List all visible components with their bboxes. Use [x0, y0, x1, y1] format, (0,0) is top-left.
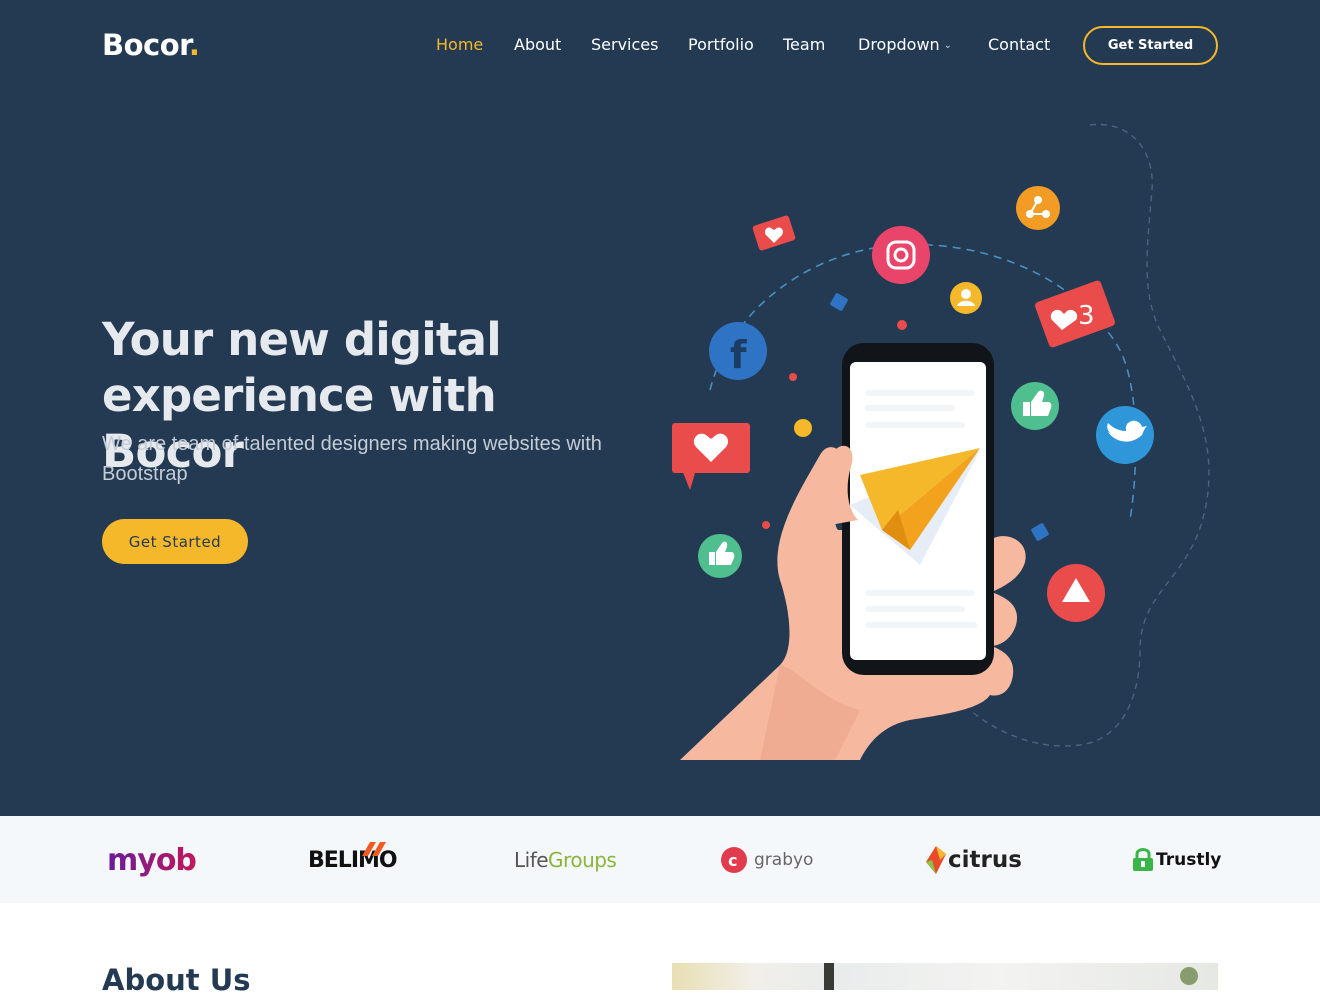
dashed-blob-outline: [969, 123, 1210, 747]
heart-notification-icon: 3: [1035, 280, 1115, 348]
nav-item-dropdown-label: Dropdown: [858, 35, 940, 54]
svg-text:f: f: [730, 333, 747, 377]
share-icon: [1016, 186, 1060, 230]
client-logo-grabyo: c grabyo: [720, 838, 813, 882]
svg-text:3: 3: [1078, 301, 1095, 331]
client-logo-citrus: citrus: [926, 838, 1022, 882]
client-name-myob: myob: [107, 842, 197, 878]
about-title: About Us: [102, 963, 251, 997]
site-header: Bocor. Home About Services Portfolio Tea…: [0, 0, 1320, 90]
twitter-icon: [1096, 406, 1154, 464]
about-image: [672, 963, 1218, 990]
nav-item-dropdown[interactable]: Dropdown ⌄: [858, 34, 952, 57]
hero-get-started-button[interactable]: Get Started: [102, 519, 248, 564]
nav-item-home[interactable]: Home: [436, 34, 483, 56]
hero-illustration: f 3: [672, 123, 1210, 760]
like-icon-green-left: [698, 534, 742, 578]
about-image-plant: [824, 963, 834, 990]
client-name-citrus: citrus: [948, 847, 1022, 873]
nav-item-about[interactable]: About: [514, 34, 561, 56]
nav-item-contact[interactable]: Contact: [988, 34, 1050, 56]
client-logo-trustly: Trustly: [1132, 838, 1221, 882]
hero-subtitle: We are team of talented designers making…: [102, 433, 602, 485]
client-name-life: Life: [514, 848, 549, 872]
client-logo-myob: myob: [107, 838, 197, 882]
client-logo-lifegroups: Life Groups: [514, 838, 617, 882]
grabyo-logo-icon: c: [721, 847, 747, 873]
client-logo-belimo: BELIMO: [308, 838, 398, 882]
trustly-lock-icon: [1133, 848, 1153, 871]
user-icon: [950, 282, 982, 314]
chevron-down-icon: ⌄: [943, 39, 953, 51]
citrus-logo-icon: [926, 846, 946, 874]
heart-badge-icon: [752, 215, 796, 251]
like-icon-green-right: [1011, 382, 1059, 430]
client-name-grabyo: grabyo: [754, 850, 814, 870]
hero-title-line-1: Your new digital: [102, 313, 502, 366]
svg-text:c: c: [728, 851, 737, 870]
nav-item-services[interactable]: Services: [591, 34, 658, 56]
belimo-mark-icon: [362, 842, 386, 856]
youtube-play-icon: [1047, 564, 1105, 622]
hero-section: Your new digital experience with Bocor W…: [0, 0, 1320, 816]
heart-chat-icon: [672, 423, 750, 490]
about-image-plant-right: [1180, 967, 1198, 985]
facebook-icon: f: [709, 322, 767, 380]
client-name-trustly: Trustly: [1156, 850, 1222, 870]
client-name-groups: Groups: [548, 848, 617, 872]
header-get-started-button[interactable]: Get Started: [1083, 26, 1218, 65]
nav-item-portfolio[interactable]: Portfolio: [688, 34, 754, 56]
clients-section: myob BELIMO Life Groups c grabyo citrus T…: [0, 816, 1320, 903]
nav-item-team[interactable]: Team: [783, 34, 825, 56]
instagram-icon: [872, 226, 930, 284]
